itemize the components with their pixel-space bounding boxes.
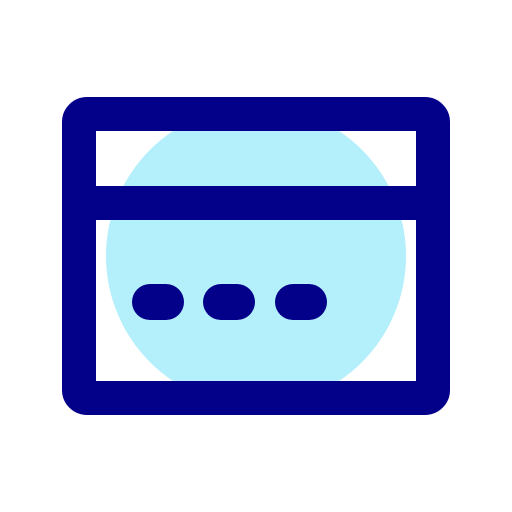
- dot-3: [275, 284, 327, 320]
- accent-circle: [106, 106, 406, 406]
- icon-canvas: [0, 0, 512, 512]
- dot-2: [203, 284, 255, 320]
- more-dots: [132, 284, 327, 320]
- dot-1: [132, 284, 184, 320]
- browser-window-icon: [62, 97, 450, 415]
